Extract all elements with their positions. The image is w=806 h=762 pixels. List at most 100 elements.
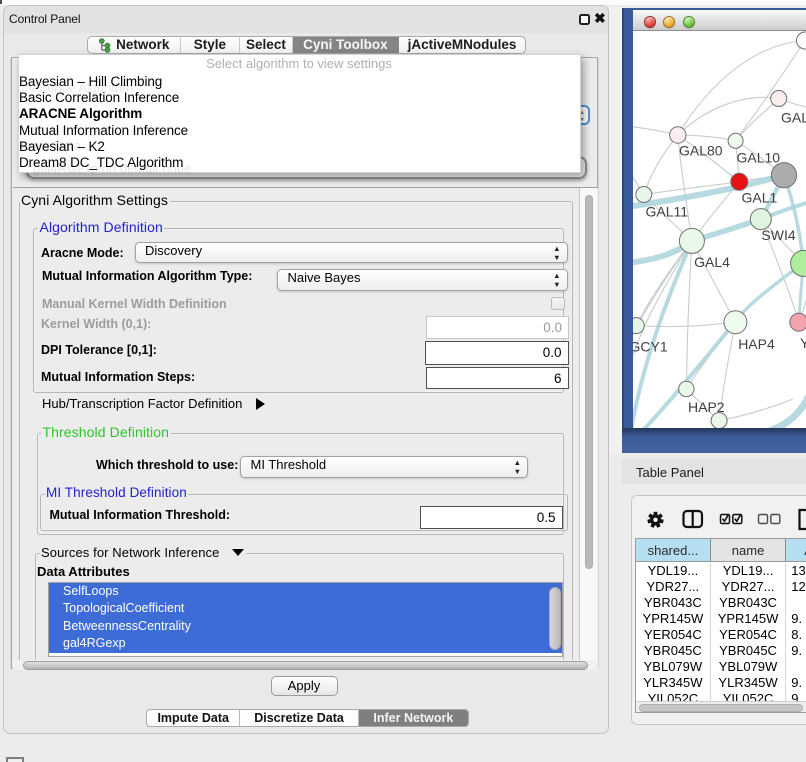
apply-button[interactable]: Apply [271, 676, 338, 696]
network-node-GAL4[interactable] [679, 228, 704, 253]
node-table[interactable]: shared...nameA YDL19...YDL19...13YDR27..… [635, 538, 806, 713]
dpi-tolerance-field[interactable]: 0.0 [425, 341, 569, 365]
sources-group-toggle[interactable]: Sources for Network Inference [40, 545, 246, 560]
table-header-row[interactable]: shared...nameA [636, 539, 806, 562]
table-panel-card: shared...nameA YDL19...YDL19...13YDR27..… [631, 495, 806, 725]
algorithm-option[interactable]: Bayesian – Hill Climbing [19, 74, 580, 90]
network-edge[interactable] [719, 399, 793, 421]
which-threshold-combobox[interactable]: MI Threshold ▲▼ [240, 456, 528, 479]
mi-threshold-field[interactable]: 0.5 [420, 506, 563, 529]
table-row[interactable]: YLR345WYLR345W9. [636, 674, 806, 690]
network-edge[interactable] [686, 240, 692, 388]
network-node-gray-node[interactable] [771, 162, 796, 187]
attribute-item[interactable]: BetweennessCentrality [49, 618, 562, 635]
network-edge[interactable] [636, 322, 735, 326]
tab-style[interactable]: Style [181, 37, 241, 53]
network-node-GAL10[interactable] [728, 133, 743, 148]
tab-jactivemnodules[interactable]: jActiveMNodules [399, 37, 525, 53]
bottom-tab-infer-network[interactable]: Infer Network [359, 710, 468, 727]
minimize-traffic-light-icon[interactable] [663, 16, 675, 28]
network-node-HAP4[interactable] [724, 310, 747, 333]
close-panel-button[interactable]: ✖ [594, 10, 606, 27]
network-edge-selected[interactable] [633, 241, 692, 428]
network-canvas[interactable]: GALGAL80GAL10GAL1GAL11SWI4GAL4GCY1HAP4YH… [633, 31, 806, 428]
network-edge[interactable] [692, 240, 736, 321]
zoom-traffic-light-icon[interactable] [683, 16, 695, 28]
network-node-GAL1[interactable] [731, 173, 748, 190]
network-node-HAP2[interactable] [679, 381, 694, 396]
attribute-list-scrollbar[interactable] [549, 587, 561, 650]
bottom-tab-discretize-data[interactable]: Discretize Data [240, 710, 358, 727]
node-label-GAL4: GAL4 [694, 254, 730, 270]
mi-type-combobox[interactable]: Naive Bayes ▲▼ [277, 269, 568, 291]
kernel-width-field[interactable]: 0.0 [426, 316, 570, 340]
algorithm-option[interactable]: Bayesian – K2 [19, 139, 580, 155]
dpi-tolerance-label: DPI Tolerance [0,1]: [41, 343, 157, 357]
document-icon[interactable] [800, 510, 806, 529]
network-node-top-right-sliver[interactable] [797, 32, 806, 49]
node-label-GCY1: GCY1 [633, 338, 668, 354]
algorithm-option[interactable]: Basic Correlation Inference [19, 90, 580, 106]
data-attributes-list[interactable]: SelfLoopsTopologicalCoefficientBetweenne… [48, 582, 563, 657]
network-node-GCY1[interactable] [633, 317, 644, 333]
tab-network[interactable]: Network [88, 37, 181, 53]
control-panel-titlebar[interactable] [4, 6, 608, 33]
attribute-item[interactable]: TopologicalCoefficient [49, 600, 562, 617]
unchecked-boxes-icon[interactable] [759, 514, 780, 523]
network-edge[interactable] [736, 98, 779, 140]
settings-vscrollbar-thumb[interactable] [585, 195, 594, 569]
tab-label: jActiveMNodules [408, 37, 517, 52]
table-row[interactable]: YBR043CYBR043C [636, 595, 806, 611]
network-edge[interactable] [736, 40, 805, 140]
bottom-tab-impute-data[interactable]: Impute Data [147, 710, 240, 727]
network-edge-selected[interactable] [735, 263, 803, 322]
network-node-bottom-node[interactable] [711, 412, 727, 428]
attribute-item[interactable]: gal4RGexp [49, 635, 562, 652]
hub-definition-toggle[interactable]: Hub/Transcription Factor Definition [42, 396, 265, 411]
gear-icon[interactable] [647, 511, 663, 527]
table-row[interactable]: YER054CYER054C8. [636, 627, 806, 643]
network-window-titlebar[interactable] [633, 10, 806, 31]
network-edge-selected[interactable] [784, 175, 804, 263]
table-cell: 12 [786, 579, 806, 595]
close-traffic-light-icon[interactable] [644, 16, 656, 28]
tab-cyni-toolbox[interactable]: Cyni Toolbox [293, 37, 400, 53]
network-node-pink-right[interactable] [790, 313, 806, 331]
table-cell [786, 658, 806, 674]
tab-select[interactable]: Select [240, 37, 292, 53]
column-header-A[interactable]: A [786, 539, 806, 561]
network-edge[interactable] [644, 135, 678, 195]
algorithm-option[interactable]: Dream8 DC_TDC Algorithm [19, 155, 580, 171]
table-hscrollbar-thumb[interactable] [639, 704, 803, 713]
manual-kernel-checkbox[interactable] [551, 297, 565, 311]
table-row[interactable]: YDL19...YDL19...13 [636, 563, 806, 579]
table-row[interactable]: YPR145WYPR145W9. [636, 611, 806, 627]
column-header-shared...[interactable]: shared... [636, 539, 711, 561]
table-row[interactable]: YDR27...YDR27...12 [636, 579, 806, 595]
network-edge[interactable] [678, 135, 736, 141]
minimized-panel-icon[interactable] [6, 757, 24, 762]
aracne-mode-combobox[interactable]: Discovery ▲▼ [135, 242, 568, 264]
mi-steps-field[interactable]: 6 [426, 367, 569, 390]
algorithm-option[interactable]: Mutual Information Inference [19, 123, 580, 139]
attribute-item[interactable]: SelfLoops [49, 583, 562, 600]
panel-gap [609, 7, 622, 453]
which-threshold-value: MI Threshold [251, 457, 327, 472]
column-header-name[interactable]: name [711, 539, 787, 561]
table-cell: YPR145W [636, 611, 711, 627]
algorithm-option[interactable]: ARACNE Algorithm [19, 106, 580, 122]
network-node-GAL-top-right[interactable] [771, 90, 787, 106]
split-columns-icon[interactable] [684, 511, 703, 527]
node-label-SWI4: SWI4 [761, 227, 795, 243]
table-hscrollbar-track[interactable] [636, 701, 806, 713]
table-row[interactable]: YBL079WYBL079W [636, 658, 806, 674]
network-node-GAL11[interactable] [636, 186, 652, 202]
float-window-button[interactable] [579, 14, 590, 25]
table-row[interactable]: YBR045CYBR045C9. [636, 642, 806, 658]
checked-boxes-icon[interactable] [721, 514, 742, 524]
settings-hscrollbar-thumb[interactable] [23, 661, 588, 670]
aracne-mode-label: Aracne Mode: [41, 246, 124, 260]
network-node-GAL80[interactable] [670, 126, 686, 142]
network-edge[interactable] [678, 97, 779, 135]
combo-stepper-icon: ▲▼ [553, 244, 560, 262]
